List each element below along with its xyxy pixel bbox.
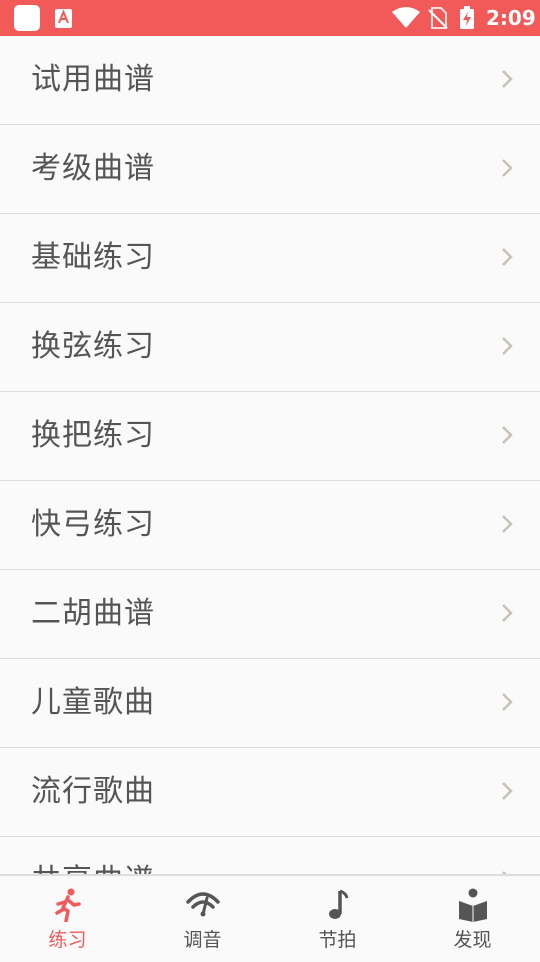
nav-tab-practice[interactable]: 练习 [0,876,135,962]
chevron-right-icon [502,604,513,622]
wifi-icon [392,7,420,28]
status-bar: 2:09 [0,0,540,36]
list-item-label: 快弓练习 [31,507,155,542]
nav-tab-label: 练习 [48,929,87,951]
chevron-right-icon [502,159,513,177]
list-item-label: 共享曲谱 [31,863,155,874]
pdf-reader-notification-icon [55,9,72,28]
score-category-list[interactable]: 试用曲谱 考级曲谱 基础练习 换弦练习 换把练习 快弓练习 二胡曲谱 儿童歌曲 … [0,36,540,874]
list-item-label: 二胡曲谱 [31,596,155,631]
no-sim-icon [428,7,448,29]
nav-tab-tuner[interactable]: 调音 [135,876,270,962]
list-item-exam-scores[interactable]: 考级曲谱 [0,125,540,214]
list-item-label: 流行歌曲 [31,774,155,809]
battery-charging-icon [460,6,474,29]
list-item-string-change-practice[interactable]: 换弦练习 [0,303,540,392]
chevron-right-icon [502,248,513,266]
list-item-label: 换弦练习 [31,329,155,364]
list-item-label: 基础练习 [31,240,155,275]
list-item-basic-practice[interactable]: 基础练习 [0,214,540,303]
running-person-icon [54,888,81,922]
chevron-right-icon [502,515,513,533]
list-item-label: 儿童歌曲 [31,685,155,720]
app-notification-icon [14,5,40,31]
list-item-label: 考级曲谱 [31,151,155,186]
nav-tab-metronome[interactable]: 节拍 [270,876,405,962]
list-item-label: 换把练习 [31,418,155,453]
bottom-navigation: 练习 调音 节拍 发现 [0,874,540,962]
nav-tab-label: 调音 [183,929,222,951]
list-item-trial-scores[interactable]: 试用曲谱 [0,36,540,125]
tuner-gauge-icon [185,892,220,917]
status-time: 2:09 [486,6,536,30]
list-item-label: 试用曲谱 [31,62,155,97]
list-item-position-shift-practice[interactable]: 换把练习 [0,392,540,481]
chevron-right-icon [502,782,513,800]
nav-tab-discover[interactable]: 发现 [405,876,540,962]
nav-tab-label: 节拍 [318,929,357,951]
list-item-erhu-scores[interactable]: 二胡曲谱 [0,570,540,659]
list-item-pop-songs[interactable]: 流行歌曲 [0,748,540,837]
nav-tab-label: 发现 [453,929,492,951]
book-reader-icon [458,888,487,922]
list-item-shared-scores[interactable]: 共享曲谱 [0,837,540,874]
chevron-right-icon [502,693,513,711]
list-item-children-songs[interactable]: 儿童歌曲 [0,659,540,748]
music-note-icon [328,889,348,919]
chevron-right-icon [502,337,513,355]
list-item-fast-bow-practice[interactable]: 快弓练习 [0,481,540,570]
chevron-right-icon [502,70,513,88]
chevron-right-icon [502,426,513,444]
